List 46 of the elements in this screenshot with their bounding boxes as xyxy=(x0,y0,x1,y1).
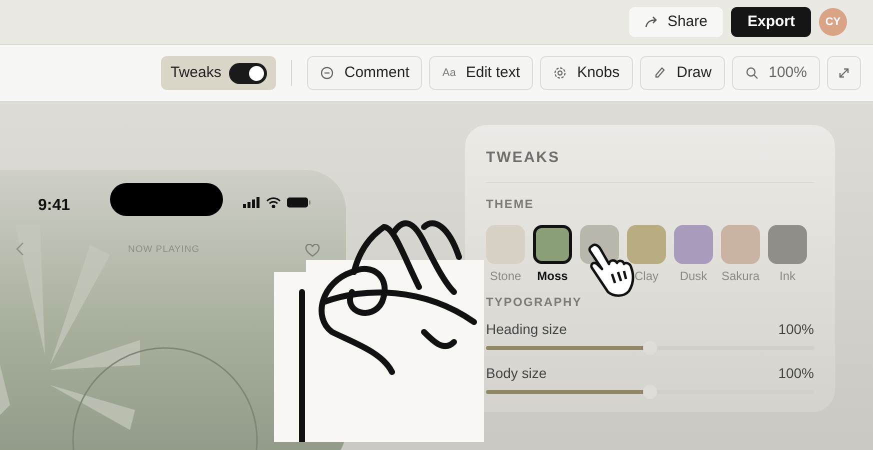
text-aa-icon: Aa xyxy=(442,64,456,82)
swatch-label: Sakura xyxy=(721,268,760,284)
swatch-label: Clay xyxy=(634,268,658,284)
toggle-switch[interactable] xyxy=(229,62,268,84)
swatch-label: Ink xyxy=(779,268,796,284)
share-arrow-icon xyxy=(645,16,660,28)
comment-button[interactable]: Comment xyxy=(307,56,422,90)
slider-track[interactable] xyxy=(486,340,814,354)
zoom-button[interactable]: 100% xyxy=(732,56,820,90)
back-chevron-icon[interactable] xyxy=(16,242,24,256)
swatch-label: Moss xyxy=(537,268,568,284)
expand-button[interactable] xyxy=(827,56,861,90)
swatch-label: Stone xyxy=(490,268,522,284)
section-heading: THEME xyxy=(486,196,535,212)
knobs-button[interactable]: Knobs xyxy=(540,56,633,90)
slider-thumb[interactable] xyxy=(643,340,657,354)
heart-icon[interactable] xyxy=(305,244,320,257)
draw-button[interactable]: Draw xyxy=(640,56,725,90)
theme-swatch[interactable] xyxy=(674,224,713,264)
theme-swatch[interactable] xyxy=(627,224,666,264)
panel-title: TWEAKS xyxy=(486,148,561,168)
theme-swatch[interactable] xyxy=(486,224,525,264)
tweaks-button[interactable]: Tweaks xyxy=(160,56,276,90)
share-button[interactable]: Share xyxy=(629,7,724,37)
slider-thumb[interactable] xyxy=(643,384,657,398)
theme-swatch[interactable] xyxy=(533,224,572,264)
slider-reading: 100% xyxy=(778,320,814,338)
gear-icon xyxy=(553,66,568,80)
slider-label: Heading size xyxy=(486,320,567,339)
comment-bubble-icon xyxy=(320,66,334,80)
text-button[interactable]: Aa Edit text xyxy=(429,56,534,90)
slider-track[interactable] xyxy=(486,384,814,398)
pencil-icon xyxy=(652,66,667,80)
slider-reading: 100% xyxy=(778,364,814,382)
expand-icon xyxy=(838,67,850,79)
signal-icon xyxy=(243,197,260,208)
export-button[interactable]: Export xyxy=(731,7,811,37)
search-icon xyxy=(744,66,759,80)
slider-label: Body size xyxy=(486,364,547,383)
swatch-label: Dusk xyxy=(680,268,708,284)
theme-swatch[interactable] xyxy=(768,224,807,264)
battery-icon xyxy=(287,197,311,208)
wifi-icon xyxy=(266,197,281,208)
section-heading: TYPOGRAPHY xyxy=(486,294,584,310)
theme-swatch[interactable] xyxy=(721,224,760,264)
phone-time: 9:41 xyxy=(38,196,70,216)
